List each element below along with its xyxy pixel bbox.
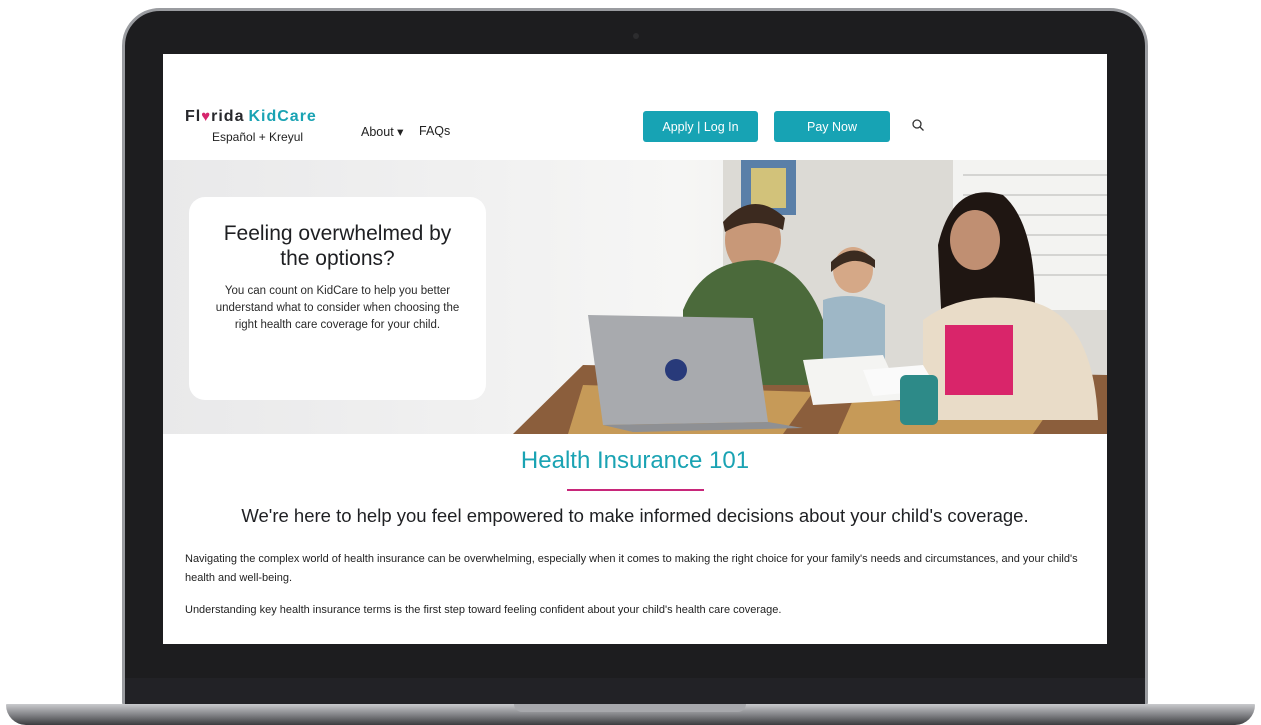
laptop-chin xyxy=(125,678,1145,706)
logo-kidcare-text: KidCare xyxy=(248,108,317,125)
webcam xyxy=(633,33,639,39)
terms-paragraph: Understanding key health insurance terms… xyxy=(185,604,782,616)
tagline: We're here to help you feel empowered to… xyxy=(241,505,1029,526)
site-header: Fl♥rida KidCare Español + Kreyul About ▾ … xyxy=(163,54,1107,160)
search-icon[interactable] xyxy=(911,118,925,132)
heart-icon: ♥ xyxy=(201,108,212,125)
laptop-notch xyxy=(514,704,746,712)
pay-now-button[interactable]: Pay Now xyxy=(774,111,890,142)
nav-faqs-link[interactable]: FAQs xyxy=(419,124,450,138)
logo-florida-text: Fl xyxy=(185,108,202,125)
hero-card: Feeling overwhelmed by the options? You … xyxy=(189,197,486,400)
logo-rida-text: rida xyxy=(211,108,245,125)
nav-about-dropdown[interactable]: About ▾ xyxy=(361,124,403,139)
hero-banner: Feeling overwhelmed by the options? You … xyxy=(163,160,1107,434)
florida-kidcare-logo[interactable]: Fl♥rida KidCare xyxy=(185,108,317,126)
hero-title: Feeling overwhelmed by the options? xyxy=(223,222,452,270)
intro-paragraph: Navigating the complex world of health i… xyxy=(185,553,1078,584)
hero-text: You can count on KidCare to help you bet… xyxy=(215,285,460,331)
page-title: Health Insurance 101 xyxy=(520,447,750,474)
title-divider xyxy=(567,489,704,491)
browser-screen: Fl♥rida KidCare Español + Kreyul About ▾ … xyxy=(163,54,1107,644)
language-link[interactable]: Español + Kreyul xyxy=(212,130,303,144)
apply-login-button[interactable]: Apply | Log In xyxy=(643,111,758,142)
